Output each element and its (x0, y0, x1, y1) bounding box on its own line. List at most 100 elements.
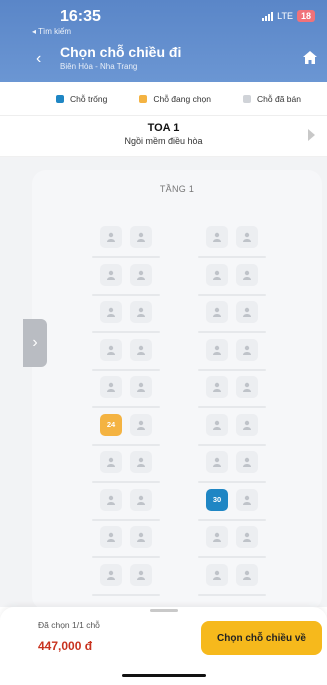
seat-sold[interactable] (130, 338, 152, 361)
seat-sold[interactable] (100, 338, 122, 361)
person-icon (243, 532, 251, 542)
seat-sold[interactable] (206, 226, 228, 248)
seat-row (0, 560, 327, 596)
seat-group-left (92, 372, 160, 408)
seat-sold[interactable] (236, 338, 258, 361)
seat-group-left (92, 447, 160, 483)
seat-row (0, 447, 327, 483)
network-type: LTE (277, 11, 293, 21)
seat-sold[interactable] (130, 526, 152, 548)
legend-item: Chỗ đang chọn (139, 94, 211, 104)
seat-sold[interactable] (236, 526, 258, 548)
person-icon (243, 570, 251, 580)
person-icon (107, 345, 115, 355)
seat-group-right (198, 372, 266, 408)
seat-sold[interactable] (206, 451, 228, 473)
app-header: 16:35 ◂ Tìm kiếm LTE 18 ‹ Chọn chỗ chiều… (0, 0, 327, 82)
legend-color-icon (243, 94, 252, 103)
person-icon (213, 232, 221, 242)
seat-selected[interactable]: 24 (100, 413, 122, 436)
next-coach-icon[interactable] (308, 129, 315, 141)
seat-sold[interactable] (206, 263, 228, 286)
seat-sold[interactable] (236, 376, 258, 398)
seat-sold[interactable] (236, 301, 258, 323)
seat-sold[interactable] (100, 526, 122, 548)
seat-sold[interactable] (236, 226, 258, 248)
legend-color-icon (139, 94, 148, 103)
person-icon (213, 570, 221, 580)
seat-sold[interactable] (130, 563, 152, 586)
seat-group-left (92, 222, 160, 258)
legend-color-icon (56, 94, 64, 103)
seat-sold[interactable] (130, 301, 152, 323)
person-icon (107, 457, 115, 467)
status-indicators: LTE 18 (262, 10, 315, 22)
seat-legend: Chỗ trống Chỗ đang chọn Chỗ đã bán (0, 82, 327, 116)
seat-sold[interactable] (206, 413, 228, 436)
seat-sold[interactable] (206, 338, 228, 361)
seat-sold[interactable] (100, 376, 122, 398)
page-title: Chọn chỗ chiều đi (60, 44, 182, 60)
selected-count: Đã chọn 1/1 chỗ (38, 620, 100, 630)
choose-return-seat-button[interactable]: Chọn chỗ chiều về (201, 621, 322, 655)
person-icon (107, 307, 115, 317)
person-icon (213, 345, 221, 355)
legend-item: Chỗ trống (56, 94, 107, 104)
legend-item: Chỗ đã bán (243, 94, 301, 104)
previous-coach-button[interactable]: › (23, 319, 47, 367)
seat-sold[interactable] (130, 263, 152, 286)
seat-group-right (198, 335, 266, 371)
battery-icon: 18 (296, 10, 315, 22)
seat-sold[interactable] (130, 413, 152, 436)
seat-group-left (92, 522, 160, 558)
seat-row (0, 335, 327, 371)
person-icon (137, 345, 145, 355)
back-button[interactable]: ‹ (36, 50, 41, 68)
total-price: 447,000 đ (38, 639, 93, 653)
seat-row (0, 260, 327, 296)
person-icon (243, 345, 251, 355)
seat-group-right (198, 522, 266, 558)
seat-group-left (92, 560, 160, 596)
seat-sold[interactable] (100, 451, 122, 473)
legend-label: Chỗ trống (70, 93, 108, 104)
seat-available[interactable]: 30 (206, 488, 228, 511)
seat-sold[interactable] (100, 226, 122, 248)
seat-sold[interactable] (100, 263, 122, 286)
person-icon (107, 270, 115, 280)
seat-sold[interactable] (206, 376, 228, 398)
seat-sold[interactable] (206, 563, 228, 586)
person-icon (107, 382, 115, 392)
person-icon (213, 532, 221, 542)
seat-sold[interactable] (130, 226, 152, 248)
seat-sold[interactable] (206, 301, 228, 323)
seat-sold[interactable] (100, 301, 122, 323)
seat-group-left: 24 (92, 410, 160, 446)
person-icon (243, 382, 251, 392)
home-icon[interactable] (303, 51, 317, 64)
seat-sold[interactable] (236, 563, 258, 586)
seat-group-right (198, 560, 266, 596)
person-icon (243, 457, 251, 467)
coach-name: TOA 1 (147, 122, 180, 134)
person-icon (137, 570, 145, 580)
person-icon (243, 307, 251, 317)
seat-sold[interactable] (236, 488, 258, 511)
person-icon (213, 270, 221, 280)
seat-sold[interactable] (206, 526, 228, 548)
seat-group-right: 30 (198, 485, 266, 521)
seat-group-right (198, 297, 266, 333)
seat-sold[interactable] (236, 413, 258, 436)
seat-sold[interactable] (130, 451, 152, 473)
seat-sold[interactable] (130, 488, 152, 511)
seat-sold[interactable] (100, 563, 122, 586)
person-icon (107, 495, 115, 505)
person-icon (107, 232, 115, 242)
seat-sold[interactable] (130, 376, 152, 398)
status-back-app[interactable]: ◂ Tìm kiếm (32, 27, 71, 36)
drag-handle[interactable] (150, 609, 178, 612)
seat-sold[interactable] (236, 451, 258, 473)
seat-sold[interactable] (100, 488, 122, 511)
seat-sold[interactable] (236, 263, 258, 286)
person-icon (213, 420, 221, 430)
